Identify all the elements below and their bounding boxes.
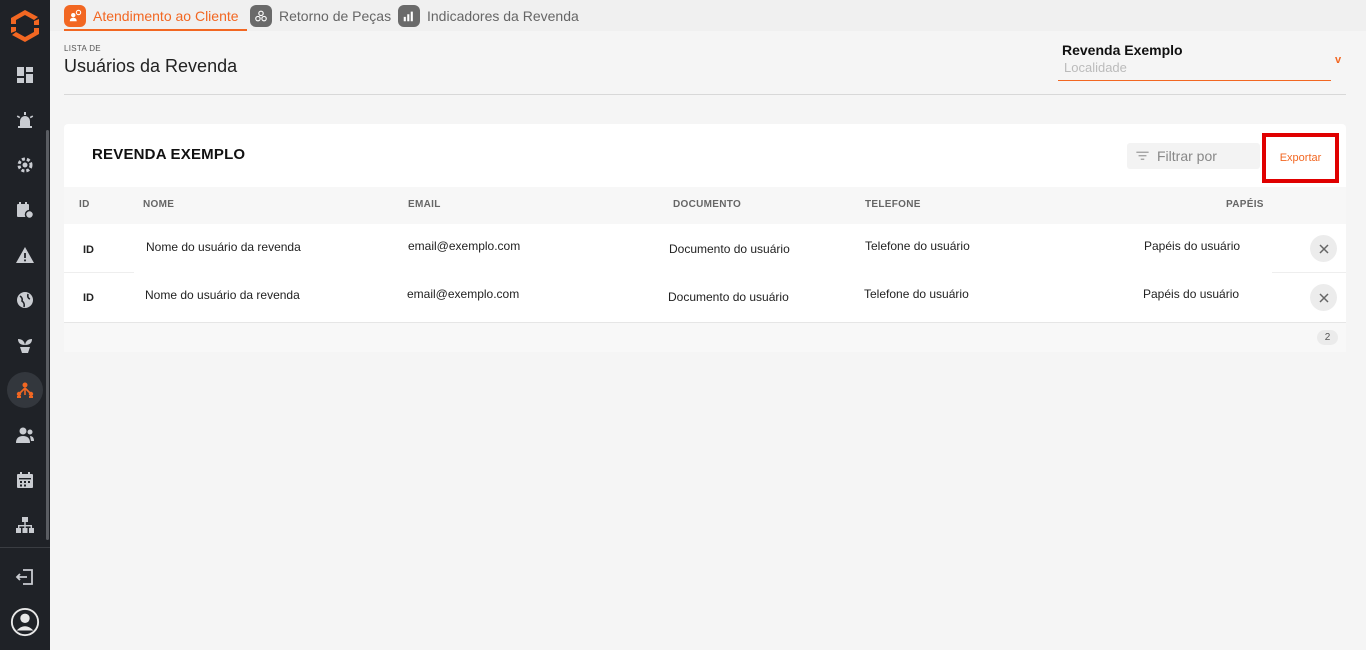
filter-field[interactable]	[1127, 143, 1260, 169]
column-header-documento[interactable]: DOCUMENTO	[673, 199, 741, 210]
brand-logo-icon[interactable]	[5, 6, 45, 46]
globe-icon[interactable]	[0, 282, 50, 318]
cell-email: email@exemplo.com	[408, 239, 521, 253]
warning-icon[interactable]	[0, 237, 50, 273]
breadcrumb: LISTA DE	[64, 44, 101, 53]
users-card: REVENDA EXEMPLO Exportar ID NOME EMAIL D…	[64, 124, 1346, 352]
network-people-icon[interactable]	[0, 372, 50, 408]
revenda-name: Revenda Exemplo	[1062, 42, 1183, 58]
cell-papeis: Papéis do usuário	[1143, 287, 1240, 301]
plant-icon[interactable]	[0, 327, 50, 363]
users-icon[interactable]	[0, 417, 50, 453]
tab-indicadores-da-revenda[interactable]: Indicadores da Revenda	[398, 0, 579, 31]
parts-return-icon	[250, 4, 272, 27]
calendar-icon[interactable]	[0, 462, 50, 498]
tab-retorno-de-pecas[interactable]: Retorno de Peças	[250, 0, 391, 31]
close-icon	[1318, 292, 1329, 303]
tab-label: Indicadores da Revenda	[427, 7, 579, 24]
card-title: REVENDA EXEMPLO	[92, 146, 246, 163]
logout-icon[interactable]	[0, 559, 50, 595]
chevron-down-icon[interactable]: v	[1335, 54, 1341, 66]
table-row[interactable]: ID Nome do usuário da revenda email@exem…	[64, 272, 1346, 319]
column-header-nome[interactable]: NOME	[143, 199, 174, 210]
column-header-id[interactable]: ID	[79, 199, 90, 210]
sidebar-scrollbar[interactable]	[46, 130, 49, 540]
cell-id: ID	[83, 292, 94, 304]
settings-gear-icon[interactable]	[0, 147, 50, 183]
account-icon[interactable]	[0, 604, 50, 640]
close-icon	[1318, 243, 1329, 254]
export-button[interactable]: Exportar	[1266, 137, 1335, 179]
table-row[interactable]: ID Nome do usuário da revenda email@exem…	[64, 224, 1346, 271]
cell-nome: Nome do usuário da revenda	[146, 240, 301, 254]
active-tab-underline	[64, 29, 247, 31]
hierarchy-icon[interactable]	[0, 507, 50, 543]
delete-row-button[interactable]	[1310, 235, 1337, 262]
cell-telefone: Telefone do usuário	[865, 239, 970, 253]
calendar-clock-icon[interactable]	[0, 192, 50, 228]
customer-service-icon	[64, 4, 86, 27]
tab-atendimento-ao-cliente[interactable]: Atendimento ao Cliente	[64, 0, 247, 31]
cell-documento: Documento do usuário	[668, 290, 789, 304]
table-header: ID NOME EMAIL DOCUMENTO TELEFONE PAPÉIS	[64, 187, 1346, 224]
sidebar	[0, 0, 50, 650]
filter-input[interactable]	[1157, 146, 1257, 166]
alarm-icon[interactable]	[0, 102, 50, 138]
column-header-telefone[interactable]: TELEFONE	[865, 199, 921, 210]
top-tabs: Atendimento ao Cliente Retorno de Peças …	[50, 0, 1366, 31]
cell-documento: Documento do usuário	[669, 242, 790, 256]
cell-papeis: Papéis do usuário	[1144, 239, 1241, 253]
revenda-select[interactable]: Revenda Exemplo Localidade	[1058, 40, 1331, 81]
cell-nome: Nome do usuário da revenda	[145, 288, 300, 302]
export-highlight-box: Exportar	[1262, 133, 1339, 183]
delete-row-button[interactable]	[1310, 284, 1337, 311]
column-header-papeis[interactable]: PAPÉIS	[1226, 199, 1264, 210]
tab-label: Atendimento ao Cliente	[93, 7, 239, 24]
localidade-placeholder: Localidade	[1064, 60, 1127, 75]
cell-telefone: Telefone do usuário	[864, 287, 969, 301]
filter-icon	[1136, 151, 1149, 160]
header-divider	[64, 94, 1346, 95]
column-header-email[interactable]: EMAIL	[408, 199, 441, 210]
cell-email: email@exemplo.com	[407, 287, 520, 301]
table-footer: 2	[64, 323, 1346, 352]
page-title: Usuários da Revenda	[64, 56, 238, 76]
tab-label: Retorno de Peças	[279, 7, 392, 24]
sidebar-divider	[0, 547, 50, 548]
total-count-badge: 2	[1317, 330, 1338, 345]
bar-chart-icon	[398, 4, 420, 27]
cell-id: ID	[83, 244, 94, 256]
dashboard-icon[interactable]	[0, 57, 50, 93]
